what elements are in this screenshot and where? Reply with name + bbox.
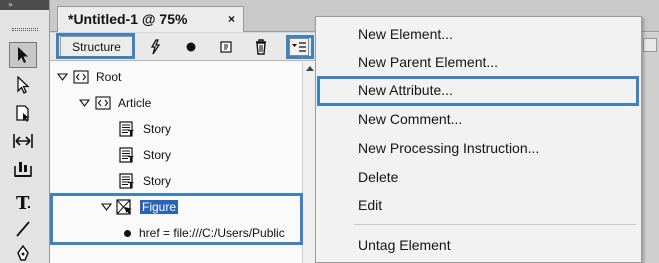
menu-item-new-comment[interactable]: New Comment...: [358, 107, 462, 131]
text-story-icon: T: [119, 120, 137, 138]
structure-panel: Structure Root Article T Story T Story T…: [50, 33, 316, 263]
tree-row-figure[interactable]: Figure: [99, 196, 179, 218]
expand-triangle-icon[interactable]: [99, 201, 113, 213]
document-tab-title: *Untitled-1 @ 75%: [68, 11, 188, 27]
tools-panel-grip[interactable]: [12, 28, 38, 31]
menu-item-new-processing-instruction[interactable]: New Processing Instruction...: [358, 136, 539, 160]
content-collector-icon[interactable]: [9, 156, 37, 182]
svg-text:T: T: [128, 155, 134, 163]
tree-item-label: Story: [143, 148, 172, 162]
attribute-bullet-icon: [124, 229, 131, 237]
menu-item-untag-element[interactable]: Untag Element: [358, 233, 451, 257]
expand-triangle-icon[interactable]: [55, 71, 69, 83]
menu-item-delete[interactable]: Delete: [358, 165, 398, 189]
svg-text:T: T: [128, 181, 134, 189]
tree-item-label-selected: Figure: [140, 200, 179, 214]
xml-element-icon: [72, 68, 90, 86]
tree-row-root[interactable]: Root: [55, 66, 121, 88]
tree-row-story[interactable]: T Story: [119, 118, 171, 140]
page-tool-icon[interactable]: [9, 100, 37, 126]
pen-tool-icon[interactable]: [9, 240, 37, 263]
structure-toolbar: Structure: [50, 33, 316, 61]
menu-item-new-parent-element[interactable]: New Parent Element...: [358, 50, 498, 74]
svg-text:T: T: [16, 193, 30, 213]
tree-item-label: Article: [118, 96, 152, 110]
tree-scrollbar[interactable]: [302, 62, 316, 263]
structure-tree: Root Article T Story T Story T Story Fig…: [50, 62, 302, 263]
structure-tab[interactable]: Structure: [60, 36, 133, 58]
close-icon[interactable]: ×: [228, 7, 235, 31]
line-tool-icon[interactable]: [9, 216, 37, 242]
selection-tool-icon[interactable]: [9, 42, 37, 68]
menu-item-new-attribute[interactable]: New Attribute...: [358, 78, 453, 102]
expand-triangle-icon[interactable]: [77, 97, 91, 109]
graphic-frame-icon: [116, 198, 134, 216]
attribute-label: href = file:///C:/Users/Public: [139, 226, 285, 240]
tree-row-story[interactable]: T Story: [119, 144, 171, 166]
tools-panel: » T: [0, 0, 50, 263]
direct-selection-tool-icon[interactable]: [9, 72, 37, 98]
document-tab[interactable]: *Untitled-1 @ 75% ×: [57, 6, 244, 32]
text-story-icon: T: [119, 146, 137, 164]
scroll-up-arrow-icon[interactable]: [306, 66, 314, 71]
structure-context-menu: New Element... New Parent Element... New…: [315, 16, 642, 263]
panel-menu-icon[interactable]: [289, 38, 309, 56]
menu-separator: [354, 224, 636, 225]
tree-row-story[interactable]: T Story: [119, 170, 171, 192]
script-lightning-icon[interactable]: [145, 37, 165, 57]
tree-row-attribute[interactable]: href = file:///C:/Users/Public: [124, 222, 285, 244]
right-panel-edge: [642, 33, 659, 263]
tree-row-article[interactable]: Article: [77, 92, 151, 114]
panel-collapse-button[interactable]: [643, 38, 657, 52]
xml-element-icon: [94, 94, 112, 112]
text-story-icon: T: [119, 172, 137, 190]
menu-item-edit[interactable]: Edit: [358, 193, 382, 217]
tree-item-label: Root: [96, 70, 122, 84]
tree-item-label: Story: [143, 122, 172, 136]
tools-panel-collapse-button[interactable]: »: [0, 0, 49, 10]
svg-text:T: T: [128, 129, 134, 137]
menu-item-new-element[interactable]: New Element...: [358, 22, 453, 46]
tree-item-label: Story: [143, 174, 172, 188]
type-tool-icon[interactable]: T: [9, 190, 37, 216]
gap-tool-icon[interactable]: [9, 128, 37, 154]
add-attribute-dot-icon[interactable]: [181, 37, 201, 57]
menu-icon-gutter: [316, 17, 346, 262]
tag-marker-icon[interactable]: [216, 37, 236, 57]
delete-trash-icon[interactable]: [251, 37, 271, 57]
